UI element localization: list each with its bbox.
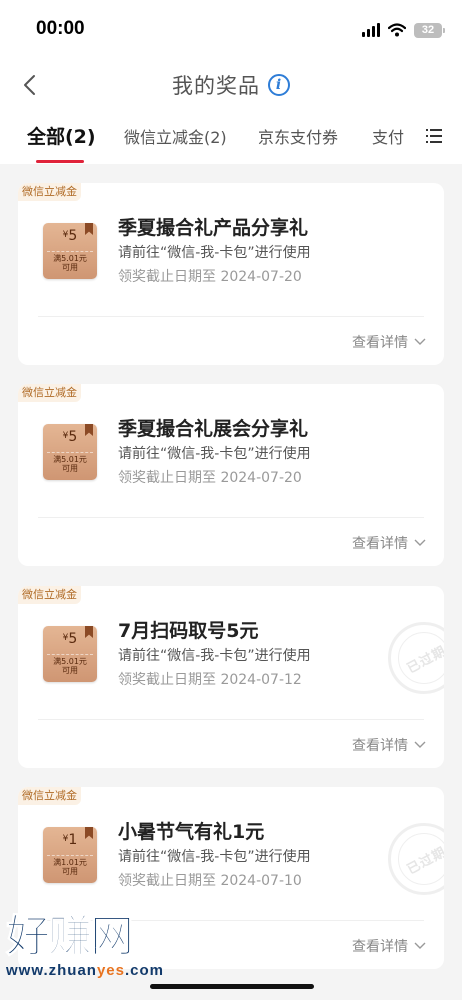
coupon-icon: ¥1 满1.01元 可用 xyxy=(43,827,97,883)
tab-wechat-discount[interactable]: 微信立减金(2) xyxy=(124,124,227,148)
tab-jd-pay-coupon[interactable]: 京东支付券 xyxy=(258,124,338,148)
card-tag: 微信立减金 xyxy=(18,787,81,805)
expired-stamp: 已过期 xyxy=(388,823,444,895)
coupon-icon: ¥5 满5.01元 可用 xyxy=(43,424,97,480)
coupon-amount: ¥5 xyxy=(62,631,78,647)
coupon-amount: ¥1 xyxy=(62,832,78,848)
coupon-condition: 满5.01元 可用 xyxy=(53,455,87,473)
prize-title: 季夏撮合礼产品分享礼 xyxy=(118,217,309,239)
prize-title: 季夏撮合礼展会分享礼 xyxy=(118,418,309,440)
card-tag: 微信立减金 xyxy=(18,183,81,201)
card-tag: 微信立减金 xyxy=(18,384,81,402)
coupon-amount: ¥5 xyxy=(62,228,78,244)
coupon-icon: ¥5 满5.01元 可用 xyxy=(43,223,97,279)
watermark: 好赚网 www.zhuanyes.com xyxy=(6,911,164,980)
view-details-button[interactable]: 查看详情 xyxy=(352,332,426,352)
view-details-label: 查看详情 xyxy=(352,738,408,754)
prize-card[interactable]: 微信立减金 ¥5 满5.01元 可用 季夏撮合礼展会分享礼 请前往“微信-我-卡包… xyxy=(18,384,444,566)
prize-usage: 请前往“微信-我-卡包”进行使用 xyxy=(118,849,311,865)
tab-bar: 全部(2) 微信立减金(2) 京东支付券 支付 xyxy=(0,110,462,164)
tab-all[interactable]: 全部(2) xyxy=(27,122,96,149)
chevron-down-icon xyxy=(414,942,426,949)
view-details-button[interactable]: 查看详情 xyxy=(352,936,426,956)
card-tag: 微信立减金 xyxy=(18,586,81,604)
view-details-label: 查看详情 xyxy=(352,536,408,552)
expired-stamp: 已过期 xyxy=(388,622,444,694)
divider xyxy=(38,517,424,518)
prize-title: 小暑节气有礼1元 xyxy=(118,821,265,843)
active-tab-indicator xyxy=(36,160,84,163)
view-details-button[interactable]: 查看详情 xyxy=(352,735,426,755)
prize-card[interactable]: 微信立减金 ¥5 满5.01元 可用 季夏撮合礼产品分享礼 请前往“微信-我-卡包… xyxy=(18,183,444,365)
wifi-icon xyxy=(388,23,406,37)
divider xyxy=(38,719,424,720)
coupon-icon: ¥5 满5.01元 可用 xyxy=(43,626,97,682)
coupon-amount: ¥5 xyxy=(62,429,78,445)
status-time: 00:00 xyxy=(36,18,85,39)
prize-card[interactable]: 微信立减金 ¥5 满5.01元 可用 7月扫码取号5元 请前往“微信-我-卡包”进… xyxy=(18,586,444,768)
tab-pay[interactable]: 支付 xyxy=(372,124,404,148)
prize-title: 7月扫码取号5元 xyxy=(118,620,259,642)
info-icon[interactable]: i xyxy=(268,74,290,96)
divider xyxy=(38,316,424,317)
prize-usage: 请前往“微信-我-卡包”进行使用 xyxy=(118,446,311,462)
chevron-down-icon xyxy=(414,741,426,748)
watermark-brand: 好赚网 xyxy=(6,911,135,962)
prize-deadline: 领奖截止日期至 2024-07-20 xyxy=(118,269,302,285)
view-details-label: 查看详情 xyxy=(352,939,408,955)
page-title-row: 我的奖品 i xyxy=(0,70,462,100)
watermark-url: www.zhuanyes.com xyxy=(6,962,164,979)
chevron-down-icon xyxy=(414,338,426,345)
battery-icon: 32 xyxy=(414,22,445,38)
prize-usage: 请前往“微信-我-卡包”进行使用 xyxy=(118,245,311,261)
view-details-label: 查看详情 xyxy=(352,335,408,351)
coupon-condition: 满5.01元 可用 xyxy=(53,254,87,272)
status-icons: 32 xyxy=(362,20,445,40)
header: 我的奖品 i xyxy=(0,60,462,110)
prize-deadline: 领奖截止日期至 2024-07-20 xyxy=(118,470,302,486)
status-bar: 00:00 32 xyxy=(0,0,462,60)
home-indicator[interactable] xyxy=(150,984,314,989)
prize-deadline: 领奖截止日期至 2024-07-12 xyxy=(118,672,302,688)
view-details-button[interactable]: 查看详情 xyxy=(352,533,426,553)
prize-deadline: 领奖截止日期至 2024-07-10 xyxy=(118,873,302,889)
signal-icon xyxy=(362,23,380,37)
coupon-condition: 满5.01元 可用 xyxy=(53,657,87,675)
list-menu-icon[interactable] xyxy=(426,128,442,144)
chevron-down-icon xyxy=(414,539,426,546)
coupon-condition: 满1.01元 可用 xyxy=(53,858,87,876)
prize-usage: 请前往“微信-我-卡包”进行使用 xyxy=(118,648,311,664)
page-title: 我的奖品 xyxy=(172,74,260,98)
